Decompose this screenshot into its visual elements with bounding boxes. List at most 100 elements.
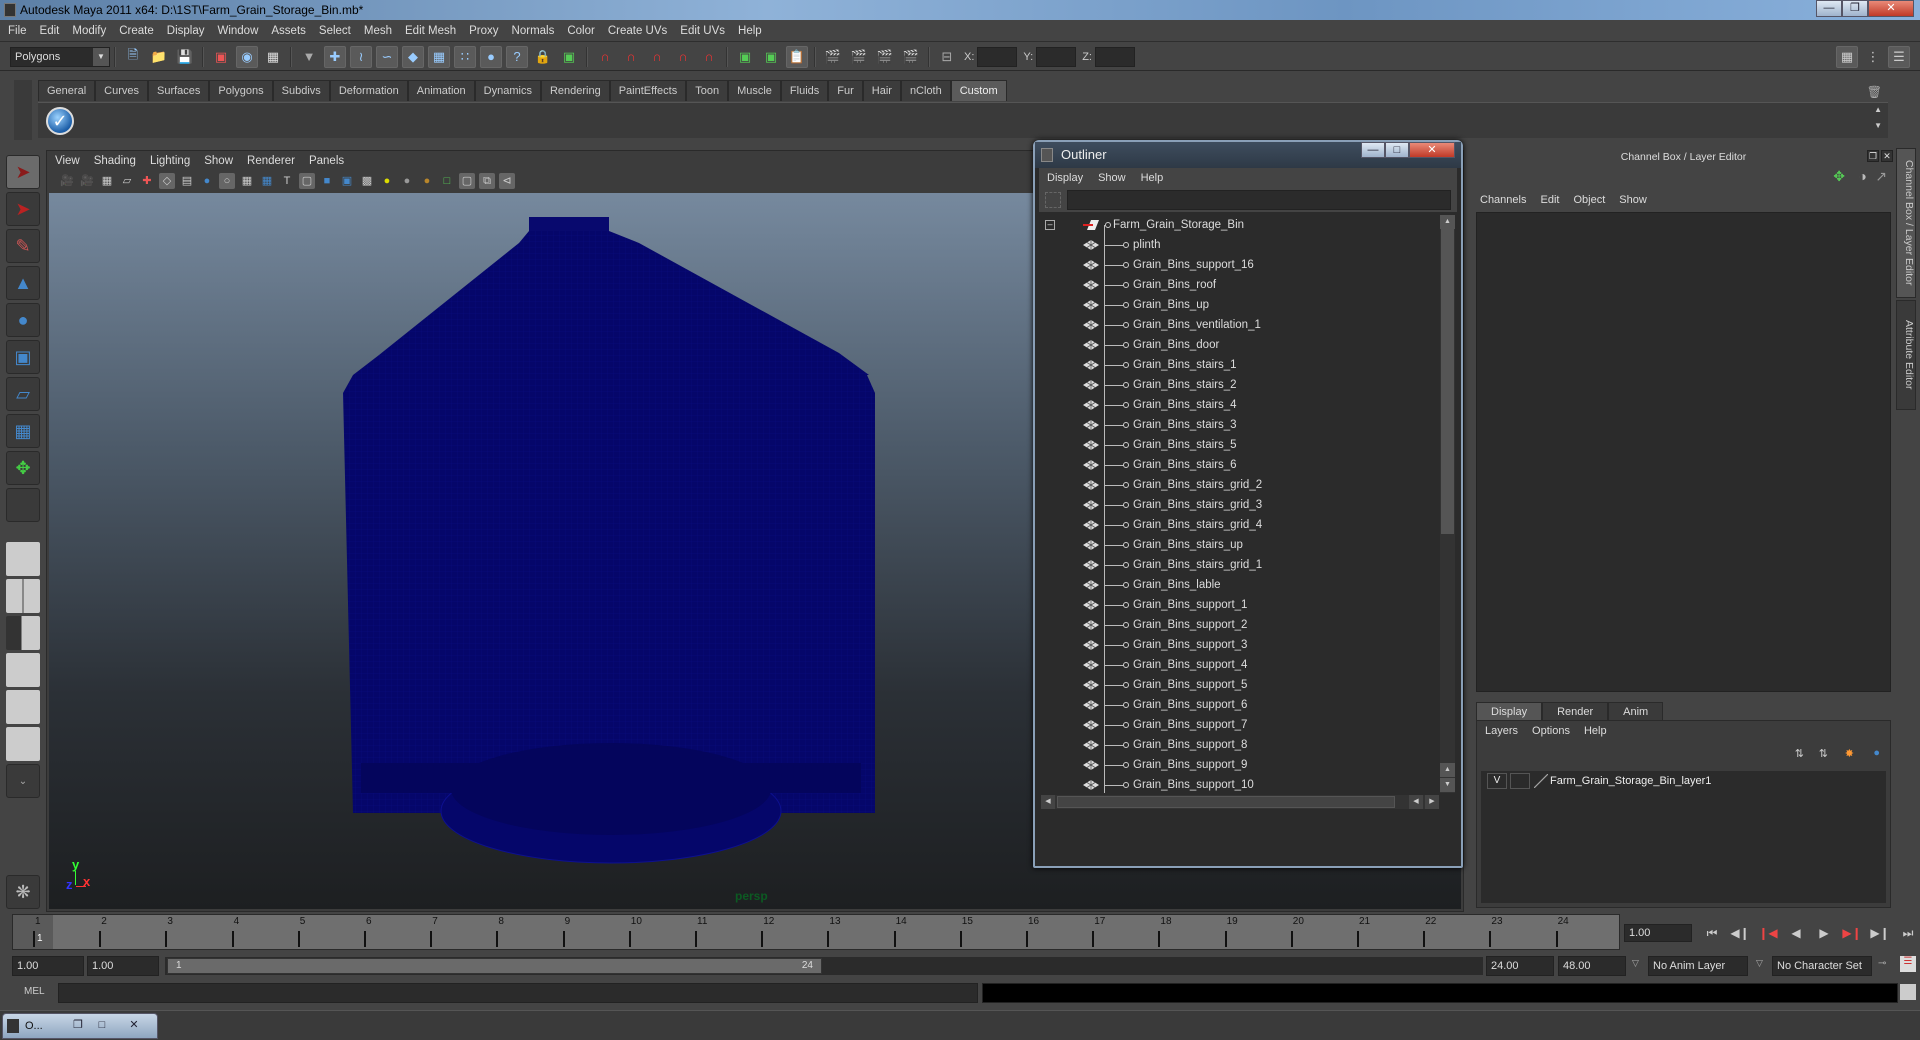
mel-command-input[interactable] (58, 983, 978, 1003)
persp-outliner-layout-icon[interactable] (6, 616, 40, 650)
select-by-hierarchy-icon[interactable]: ▣ (210, 46, 232, 68)
end-time-field[interactable]: 48.00 (1558, 956, 1626, 976)
menu-mesh[interactable]: Mesh (364, 25, 392, 37)
shelf-tab-rendering[interactable]: Rendering (540, 80, 610, 101)
shelf-tab-fluids[interactable]: Fluids (780, 80, 829, 101)
soft-modification-icon[interactable]: ▦ (6, 414, 40, 448)
new-scene-icon[interactable]: 🗎 (122, 46, 144, 68)
minimized-close-button[interactable]: ✕ (123, 1016, 145, 1034)
outliner-item[interactable]: Grain_Bins_door (1041, 335, 1439, 355)
outliner-item[interactable]: Grain_Bins_support_2 (1041, 615, 1439, 635)
single-perspective-layout-icon[interactable] (6, 542, 40, 576)
layer-tab-render[interactable]: Render (1542, 702, 1609, 720)
isolate-select-icon[interactable]: □ (439, 173, 455, 189)
snap-to-points-icon[interactable]: ∩ (646, 46, 668, 68)
field-chart-icon[interactable]: ▦ (239, 173, 255, 189)
outliner-menu-help[interactable]: Help (1141, 172, 1164, 184)
shelf-tab-curves[interactable]: Curves (95, 80, 148, 101)
selection-mask-icon[interactable]: ▼ (298, 46, 320, 68)
shelf-scroll-down-icon[interactable]: ▼ (1874, 121, 1882, 130)
outliner-item[interactable]: Grain_Bins_support_7 (1041, 715, 1439, 735)
select-misc-icon[interactable]: ? (506, 45, 528, 68)
outliner-menu-show[interactable]: Show (1098, 172, 1126, 184)
minimized-restore-button[interactable]: ❐ (67, 1016, 89, 1034)
outliner-item[interactable]: Grain_Bins_stairs_6 (1041, 455, 1439, 475)
layer-playback-toggle[interactable] (1510, 773, 1530, 789)
outliner-item[interactable]: Grain_Bins_stairs_3 (1041, 415, 1439, 435)
snap-to-grids-icon[interactable]: ∩ (594, 46, 616, 68)
smooth-shade-icon[interactable]: ■ (319, 173, 335, 189)
menu-assets[interactable]: Assets (271, 25, 306, 37)
scroll-down-icon[interactable]: ▼ (1440, 778, 1455, 792)
snap-to-view-planes-icon[interactable]: ∩ (672, 46, 694, 68)
viewport-menu-renderer[interactable]: Renderer (247, 155, 295, 167)
shelf-tab-ncloth[interactable]: nCloth (900, 80, 951, 101)
select-joints-icon[interactable]: ≀ (350, 45, 372, 68)
outliner-item[interactable]: Grain_Bins_support_8 (1041, 735, 1439, 755)
wireframe-on-shaded-icon[interactable]: ▣ (339, 173, 355, 189)
close-panel-icon[interactable]: ✕ (1881, 150, 1893, 162)
shelf-tab-animation[interactable]: Animation (407, 80, 475, 101)
outliner-title-bar[interactable]: Outliner — □ ✕ (1035, 142, 1461, 168)
outliner-minimize-button[interactable]: — (1361, 142, 1385, 158)
show-manipulator-icon[interactable]: ✥ (6, 451, 40, 485)
layer-menu-options[interactable]: Options (1532, 725, 1570, 737)
outliner-item[interactable]: Grain_Bins_stairs_2 (1041, 375, 1439, 395)
construction-history-icon[interactable]: 📋 (786, 45, 808, 68)
shelf-tab-dynamics[interactable]: Dynamics (474, 80, 541, 101)
outliner-maximize-button[interactable]: □ (1385, 142, 1409, 158)
anim-layer-dropdown-icon[interactable]: ▽ (1632, 958, 1639, 969)
outliner-item[interactable]: Grain_Bins_roof (1041, 275, 1439, 295)
outliner-item[interactable]: plinth (1041, 235, 1439, 255)
render-settings-icon[interactable]: 🎬 (900, 46, 922, 68)
outliner-item[interactable]: Grain_Bins_stairs_5 (1041, 435, 1439, 455)
menu-edit-mesh[interactable]: Edit Mesh (405, 25, 456, 37)
scroll-left-icon[interactable]: ◀ (1041, 795, 1055, 809)
render-view-icon[interactable]: 🎬 (822, 46, 844, 68)
menuset-dropdown[interactable]: Polygons ▼ (10, 46, 110, 67)
gate-mask-icon[interactable]: ○ (219, 173, 235, 189)
outliner-close-button[interactable]: ✕ (1409, 142, 1455, 158)
viewport-menu-panels[interactable]: Panels (309, 155, 344, 167)
play-backwards-icon[interactable]: ◀ (1782, 922, 1810, 944)
range-slider-handle[interactable]: 1 24 (167, 958, 822, 974)
collapse-icon[interactable]: – (1045, 220, 1055, 230)
safe-title-icon[interactable]: T (279, 173, 295, 189)
play-forwards-icon[interactable]: ▶ (1810, 922, 1838, 944)
select-by-object-type-icon[interactable]: ◉ (236, 45, 258, 68)
layout-more-icon[interactable]: ⌄ (6, 764, 40, 798)
channel-box-menu-show[interactable]: Show (1619, 194, 1647, 206)
tab-channel-box-layer-editor[interactable]: Channel Box / Layer Editor (1896, 148, 1916, 298)
create-empty-layer-icon[interactable]: ✸ (1845, 747, 1854, 760)
step-forward-frame-icon[interactable]: ▶❙ (1866, 922, 1894, 944)
xray-joints-icon[interactable]: ⧉ (479, 173, 495, 189)
x-field[interactable] (977, 46, 1018, 67)
auto-key-icon[interactable]: ⊸ (1878, 958, 1886, 969)
scroll-up-icon[interactable]: ▲ (1440, 215, 1455, 229)
select-surfaces-icon[interactable]: ◆ (402, 45, 424, 68)
animation-preferences-icon[interactable]: ☰ (1900, 956, 1916, 972)
channel-box-menu-channels[interactable]: Channels (1480, 194, 1526, 206)
output-connections-icon[interactable]: ▣ (760, 46, 782, 68)
xray-icon[interactable]: ▢ (459, 173, 475, 189)
outliner-menu-display[interactable]: Display (1047, 172, 1083, 184)
outliner-item[interactable]: Grain_Bins_lable (1041, 575, 1439, 595)
layer-menu-help[interactable]: Help (1584, 725, 1607, 737)
select-handles-icon[interactable]: ✚ (324, 45, 346, 68)
outliner-item[interactable]: Grain_Bins_support_10 (1041, 775, 1439, 793)
bookmarks-icon[interactable]: ▦ (99, 173, 115, 189)
paint-select-tool-icon[interactable]: ✎ (6, 229, 40, 263)
outliner-item[interactable]: Grain_Bins_support_4 (1041, 655, 1439, 675)
select-camera-icon[interactable]: 🎥 (59, 173, 75, 189)
select-tool-icon[interactable]: ➤ (6, 155, 40, 189)
menu-color[interactable]: Color (567, 25, 594, 37)
four-view-layout-icon[interactable] (6, 579, 40, 613)
outliner-item[interactable]: Grain_Bins_stairs_grid_2 (1041, 475, 1439, 495)
shelf-tab-polygons[interactable]: Polygons (209, 80, 273, 101)
persp-graph-outliner-layout-icon[interactable] (6, 727, 40, 761)
scale-tool-icon[interactable]: ▣ (6, 340, 40, 374)
viewport-menu-shading[interactable]: Shading (94, 155, 136, 167)
create-layer-from-selected-icon[interactable]: ● (1873, 747, 1880, 759)
current-time-field[interactable]: 1.00 (1624, 924, 1692, 942)
lock-selection-icon[interactable]: 🔒 (532, 46, 554, 68)
